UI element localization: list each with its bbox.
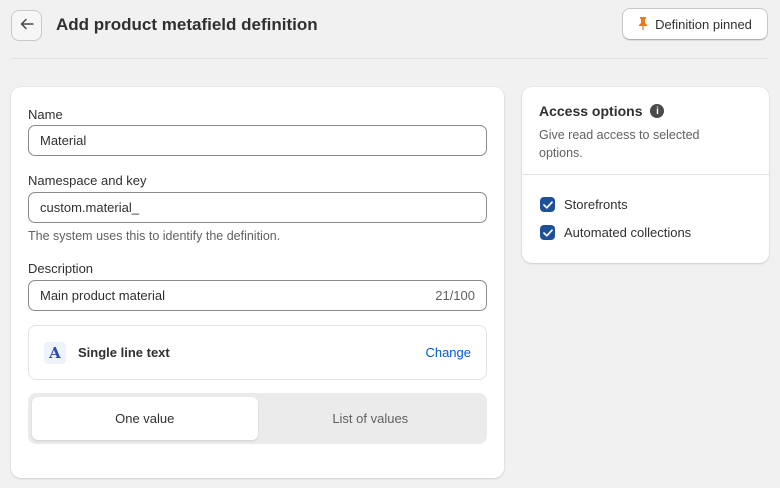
storefronts-option[interactable]: Storefronts bbox=[540, 197, 628, 212]
name-label: Name bbox=[28, 107, 63, 122]
list-of-values-option[interactable]: List of values bbox=[258, 397, 484, 440]
change-type-link[interactable]: Change bbox=[425, 345, 471, 360]
pin-icon bbox=[638, 16, 648, 33]
automated-collections-label: Automated collections bbox=[564, 225, 692, 240]
storefronts-label: Storefronts bbox=[564, 197, 628, 212]
definition-form-card: Name Material Namespace and key custom.m… bbox=[11, 87, 504, 478]
character-count: 21/100 bbox=[435, 288, 475, 303]
namespace-help-text: The system uses this to identify the def… bbox=[28, 229, 281, 243]
info-icon[interactable]: i bbox=[650, 104, 665, 118]
description-input[interactable]: Main product material 21/100 bbox=[28, 280, 487, 311]
back-button[interactable] bbox=[11, 10, 42, 41]
arrow-left-icon bbox=[20, 18, 34, 33]
name-input[interactable]: Material bbox=[28, 125, 487, 156]
value-mode-toggle: One value List of values bbox=[28, 393, 487, 444]
access-options-subtitle: Give read access to selected options. bbox=[539, 128, 700, 160]
access-options-title: Access options bbox=[539, 103, 643, 119]
access-options-card: Access options i Give read access to sel… bbox=[522, 87, 769, 263]
checkbox-checked-icon[interactable] bbox=[540, 197, 555, 212]
definition-pinned-label: Definition pinned bbox=[655, 16, 752, 32]
access-options-heading: Access options i bbox=[539, 103, 665, 119]
access-divider bbox=[522, 174, 769, 175]
type-name: Single line text bbox=[78, 345, 170, 360]
namespace-key-value: custom.material_ bbox=[40, 200, 139, 215]
one-value-option[interactable]: One value bbox=[32, 397, 258, 440]
namespace-label: Namespace and key bbox=[28, 173, 147, 188]
page-title: Add product metafield definition bbox=[56, 15, 318, 34]
namespace-key-input[interactable]: custom.material_ bbox=[28, 192, 487, 223]
name-input-value: Material bbox=[40, 133, 87, 148]
header-divider bbox=[11, 58, 769, 59]
description-value: Main product material bbox=[40, 288, 165, 303]
type-selector: A Single line text Change bbox=[28, 325, 487, 380]
automated-collections-option[interactable]: Automated collections bbox=[540, 225, 691, 240]
definition-pinned-button[interactable]: Definition pinned bbox=[622, 8, 768, 40]
text-type-icon: A bbox=[44, 341, 66, 364]
checkbox-checked-icon[interactable] bbox=[540, 225, 555, 240]
description-label: Description bbox=[28, 261, 94, 276]
